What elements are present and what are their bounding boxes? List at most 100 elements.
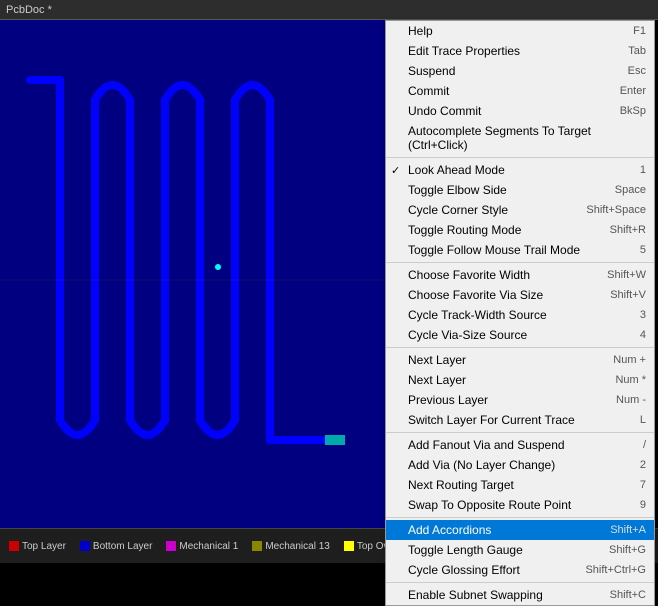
menu-item-shortcut: F1	[633, 25, 646, 37]
menu-separator	[386, 262, 654, 263]
title-text: PcbDoc *	[6, 4, 52, 16]
menu-item-toggle-mouse-trail[interactable]: Toggle Follow Mouse Trail Mode5	[386, 240, 654, 260]
menu-item-shortcut: Shift+Space	[586, 204, 646, 216]
menu-item-shortcut: 7	[640, 479, 646, 491]
layer-tab-mech1[interactable]: Mechanical 1	[161, 539, 243, 554]
main-container: PcbDoc *	[0, 0, 658, 563]
menu-item-shortcut: BkSp	[620, 105, 646, 117]
menu-item-add-via[interactable]: Add Via (No Layer Change) 2	[386, 455, 654, 475]
menu-item-shortcut: Num -	[616, 394, 646, 406]
menu-item-help[interactable]: Help F1	[386, 21, 654, 41]
menu-item-shortcut: 1	[640, 164, 646, 176]
menu-item-shortcut: Shift+C	[610, 589, 646, 601]
menu-item-suspend[interactable]: Suspend Esc	[386, 61, 654, 81]
menu-item-cycle-corner[interactable]: Cycle Corner Style Shift+Space	[386, 200, 654, 220]
pcb-canvas	[0, 20, 390, 528]
menu-item-shortcut: Num *	[615, 374, 646, 386]
menu-item-shortcut: Shift+V	[610, 289, 646, 301]
menu-item-label: Add Via (No Layer Change)	[408, 458, 555, 472]
menu-item-label: Autocomplete Segments To Target (Ctrl+Cl…	[408, 124, 646, 152]
menu-item-shortcut: Esc	[628, 65, 646, 77]
menu-item-label: Commit	[408, 84, 449, 98]
menu-item-label: Add Fanout Via and Suspend	[408, 438, 565, 452]
menu-item-shortcut: Shift+Ctrl+G	[585, 564, 646, 576]
layer-color-swatch	[252, 541, 262, 551]
menu-item-label: Choose Favorite Width	[408, 268, 530, 282]
context-menu: Help F1 Edit Trace PropertiesTab Suspend Esc…	[385, 20, 655, 606]
menu-item-label: Help	[408, 24, 433, 38]
menu-separator	[386, 582, 654, 583]
menu-item-look-ahead[interactable]: ✓ Look Ahead Mode 1	[386, 160, 654, 180]
menu-item-label: Cycle Glossing Effort	[408, 563, 520, 577]
menu-item-next-layer-plus[interactable]: Next Layer Num +	[386, 350, 654, 370]
layer-tab-top-layer[interactable]: Top Layer	[4, 539, 71, 554]
layer-color-swatch	[166, 541, 176, 551]
menu-item-choose-fav-width[interactable]: Choose Favorite Width Shift+W	[386, 265, 654, 285]
menu-item-shortcut: /	[643, 439, 646, 451]
menu-item-toggle-elbow[interactable]: Toggle Elbow Side Space	[386, 180, 654, 200]
menu-item-label: Cycle Track-Width Source	[408, 308, 547, 322]
layer-color-swatch	[9, 541, 19, 551]
menu-item-label: Cycle Via-Size Source	[408, 328, 527, 342]
menu-item-shortcut: Shift+A	[610, 524, 646, 536]
menu-item-label: Switch Layer For Current Trace	[408, 413, 575, 427]
menu-separator	[386, 517, 654, 518]
menu-item-shortcut: Enter	[620, 85, 646, 97]
menu-item-add-fanout[interactable]: Add Fanout Via and Suspend /	[386, 435, 654, 455]
menu-item-shortcut: 9	[640, 499, 646, 511]
layer-color-swatch	[80, 541, 90, 551]
menu-item-cycle-via-size[interactable]: Cycle Via-Size Source 4	[386, 325, 654, 345]
menu-item-label: Cycle Corner Style	[408, 203, 508, 217]
menu-item-switch-layer[interactable]: Switch Layer For Current Trace L	[386, 410, 654, 430]
menu-checkmark: ✓	[391, 164, 400, 177]
layer-label: Mechanical 1	[179, 541, 238, 552]
menu-item-shortcut: Shift+R	[610, 224, 646, 236]
menu-item-label: Choose Favorite Via Size	[408, 288, 543, 302]
menu-item-label: Next Layer	[408, 373, 466, 387]
menu-item-label: Swap To Opposite Route Point	[408, 498, 571, 512]
menu-item-autocomplete[interactable]: Autocomplete Segments To Target (Ctrl+Cl…	[386, 121, 654, 155]
menu-item-add-accordions[interactable]: Add Accordions Shift+A	[386, 520, 654, 540]
menu-item-shortcut: Num +	[613, 354, 646, 366]
layer-tab-mech13[interactable]: Mechanical 13	[247, 539, 334, 554]
pcb-svg	[0, 20, 390, 528]
menu-item-enable-subnet[interactable]: Enable Subnet Swapping Shift+C	[386, 585, 654, 605]
layer-label: Mechanical 13	[265, 541, 329, 552]
menu-separator	[386, 157, 654, 158]
cursor-indicator	[215, 264, 221, 270]
menu-item-cycle-glossing[interactable]: Cycle Glossing Effort Shift+Ctrl+G	[386, 560, 654, 580]
menu-item-label: Toggle Length Gauge	[408, 543, 523, 557]
menu-item-shortcut: 3	[640, 309, 646, 321]
menu-item-shortcut: Shift+G	[609, 544, 646, 556]
menu-item-shortcut: Space	[615, 184, 646, 196]
menu-item-next-routing[interactable]: Next Routing Target7	[386, 475, 654, 495]
menu-separator	[386, 347, 654, 348]
menu-item-prev-layer[interactable]: Previous Layer Num -	[386, 390, 654, 410]
layer-label: Bottom Layer	[93, 541, 152, 552]
menu-item-toggle-length-gauge[interactable]: Toggle Length Gauge Shift+G	[386, 540, 654, 560]
menu-item-shortcut: L	[640, 414, 646, 426]
menu-item-label: Undo Commit	[408, 104, 481, 118]
menu-item-commit[interactable]: Commit Enter	[386, 81, 654, 101]
menu-item-label: Toggle Elbow Side	[408, 183, 507, 197]
menu-item-shortcut: Shift+W	[607, 269, 646, 281]
menu-separator	[386, 432, 654, 433]
menu-item-label: Add Accordions	[408, 523, 491, 537]
menu-item-undo-commit[interactable]: Undo Commit BkSp	[386, 101, 654, 121]
menu-item-choose-fav-via[interactable]: Choose Favorite Via Size Shift+V	[386, 285, 654, 305]
menu-item-label: Next Layer	[408, 353, 466, 367]
menu-item-cycle-track-width[interactable]: Cycle Track-Width Source 3	[386, 305, 654, 325]
menu-item-swap-route[interactable]: Swap To Opposite Route Point 9	[386, 495, 654, 515]
menu-item-next-layer-star[interactable]: Next Layer Num *	[386, 370, 654, 390]
menu-item-label: Enable Subnet Swapping	[408, 588, 543, 602]
menu-item-label: Edit Trace Properties	[408, 44, 520, 58]
menu-item-label: Suspend	[408, 64, 455, 78]
menu-item-edit-trace-properties[interactable]: Edit Trace PropertiesTab	[386, 41, 654, 61]
menu-item-shortcut: 4	[640, 329, 646, 341]
menu-item-label: Toggle Routing Mode	[408, 223, 521, 237]
menu-item-toggle-routing[interactable]: Toggle Routing Mode Shift+R	[386, 220, 654, 240]
layer-tab-bottom-layer[interactable]: Bottom Layer	[75, 539, 157, 554]
menu-item-label: Previous Layer	[408, 393, 488, 407]
menu-item-shortcut: 2	[640, 459, 646, 471]
menu-item-label: Look Ahead Mode	[408, 163, 505, 177]
